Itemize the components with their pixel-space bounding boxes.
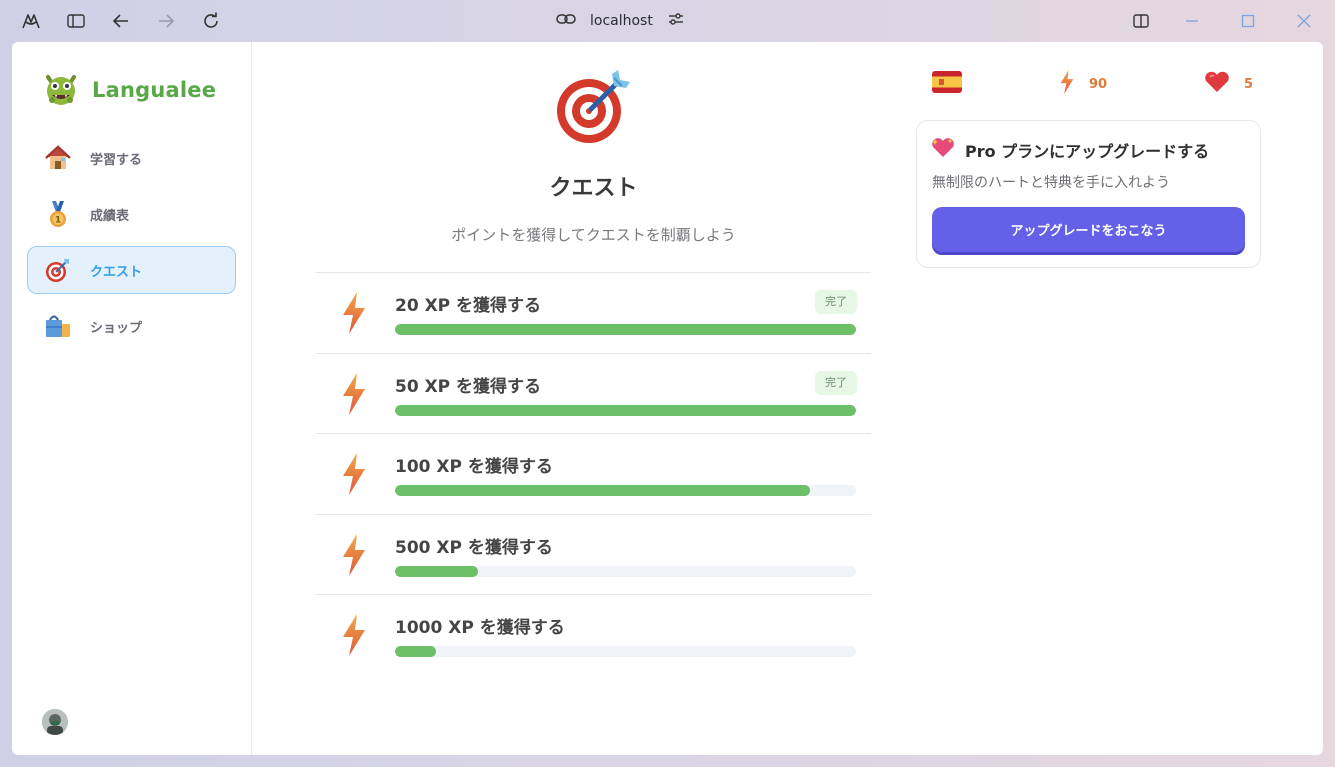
quest-complete-badge: 完了 bbox=[815, 370, 857, 395]
address-bar[interactable]: localhost bbox=[556, 9, 685, 33]
quest-progress-bar bbox=[395, 485, 856, 496]
spain-flag-icon bbox=[932, 71, 962, 97]
url-text: localhost bbox=[590, 13, 653, 29]
quest-title: 100 XP を獲得する bbox=[395, 457, 553, 477]
quest-item: 1000 XP を獲得する bbox=[316, 594, 871, 675]
quest-progress-bar bbox=[395, 404, 856, 416]
quest-title: 500 XP を獲得する bbox=[395, 537, 553, 558]
hearts-stat[interactable]: 5 bbox=[1204, 70, 1253, 98]
reload-icon[interactable] bbox=[201, 11, 221, 31]
heart-icon bbox=[1204, 71, 1230, 97]
brand[interactable]: Langualee bbox=[42, 70, 216, 110]
back-arrow-icon[interactable] bbox=[111, 11, 131, 31]
quest-progress-fill bbox=[395, 565, 478, 577]
quest-item: 20 XP を獲得する 完了 bbox=[316, 272, 871, 353]
quest-title: 1000 XP を獲得する bbox=[395, 618, 565, 638]
quest-item: 500 XP を獲得する bbox=[316, 513, 871, 595]
brand-name: Langualee bbox=[92, 78, 217, 102]
link-icon bbox=[556, 13, 576, 29]
monster-mascot-icon bbox=[42, 69, 80, 111]
app-window: Langualee 学習する 1 成績表 クエスト ショップ クエスト ポイント… bbox=[12, 42, 1323, 755]
hearts-count: 5 bbox=[1244, 76, 1254, 92]
svg-text:1: 1 bbox=[55, 216, 61, 226]
lightning-bolt-icon bbox=[340, 452, 368, 496]
main-content: クエスト ポイントを獲得してクエストを制覇しよう 20 XP を獲得する 完了 … bbox=[316, 42, 871, 755]
right-column: 90 5 Pro プランにアップグレードする 無制限のハートと特典を手に入れよう… bbox=[916, 42, 1261, 755]
sidebar: Langualee 学習する 1 成績表 クエスト ショップ bbox=[12, 42, 252, 755]
quest-progress-fill bbox=[395, 485, 810, 496]
quest-progress-bar bbox=[395, 565, 856, 577]
page-subtitle: ポイントを獲得してクエストを制覇しよう bbox=[451, 226, 736, 244]
close-icon[interactable] bbox=[1294, 11, 1314, 31]
xp-stat[interactable]: 90 bbox=[1059, 70, 1107, 98]
lightning-bolt-icon bbox=[340, 533, 368, 577]
target-icon bbox=[556, 68, 634, 146]
lightning-bolt-icon bbox=[1059, 69, 1075, 99]
medal-icon: 1 bbox=[44, 200, 72, 228]
sidebar-nav: 学習する 1 成績表 クエスト ショップ bbox=[27, 134, 236, 358]
split-view-icon[interactable] bbox=[1131, 11, 1151, 31]
sidebar-item-learn[interactable]: 学習する bbox=[27, 134, 236, 182]
pro-card-description: 無制限のハートと特典を手に入れよう bbox=[932, 175, 1170, 191]
quest-progress-fill bbox=[395, 404, 856, 416]
tune-icon[interactable] bbox=[667, 11, 685, 31]
quest-progress-bar bbox=[395, 646, 856, 657]
shopping-bag-icon bbox=[44, 312, 72, 340]
quest-complete-badge: 完了 bbox=[815, 290, 857, 314]
xp-count: 90 bbox=[1089, 76, 1108, 92]
lightning-bolt-icon bbox=[340, 372, 368, 416]
pro-card-title-text: Pro プランにアップグレードする bbox=[965, 142, 1210, 161]
lightning-bolt-icon bbox=[340, 613, 368, 657]
quest-progress-fill bbox=[395, 646, 437, 657]
page-title: クエスト bbox=[549, 176, 638, 201]
sidebar-item-label: 学習する bbox=[90, 152, 143, 168]
language-selector[interactable] bbox=[932, 70, 962, 98]
quest-item: 100 XP を獲得する bbox=[316, 433, 871, 514]
minimize-icon[interactable] bbox=[1182, 11, 1202, 31]
sidebar-item-label: クエスト bbox=[90, 264, 143, 280]
forward-arrow-icon[interactable] bbox=[156, 11, 176, 31]
sidebar-toggle-icon[interactable] bbox=[66, 11, 86, 31]
maximize-icon[interactable] bbox=[1238, 11, 1258, 31]
sidebar-item-quests[interactable]: クエスト bbox=[27, 246, 236, 294]
quest-list: 20 XP を獲得する 完了 50 XP を獲得する 完了 100 XP を獲得… bbox=[316, 272, 871, 675]
sidebar-item-shop[interactable]: ショップ bbox=[27, 302, 236, 350]
quest-title: 20 XP を獲得する bbox=[395, 296, 542, 316]
lightning-bolt-icon bbox=[340, 291, 368, 335]
quest-item: 50 XP を獲得する 完了 bbox=[316, 352, 871, 434]
browser-titlebar: localhost bbox=[0, 0, 1335, 42]
target-icon bbox=[44, 256, 72, 284]
upgrade-button[interactable]: アップグレードをおこなう bbox=[932, 207, 1245, 252]
user-stats: 90 5 bbox=[916, 70, 1261, 98]
quest-progress-fill bbox=[395, 324, 856, 335]
avatar[interactable] bbox=[42, 709, 68, 735]
sparkle-heart-icon bbox=[931, 137, 955, 163]
sidebar-item-label: 成績表 bbox=[90, 208, 130, 224]
quest-title: 50 XP を獲得する bbox=[395, 376, 542, 397]
pro-card-title: Pro プランにアップグレードする bbox=[931, 137, 1209, 163]
house-icon bbox=[44, 144, 72, 172]
sidebar-item-label: ショップ bbox=[90, 320, 143, 336]
app-logo-icon[interactable] bbox=[21, 11, 41, 31]
pro-upgrade-card: Pro プランにアップグレードする 無制限のハートと特典を手に入れよう アップグ… bbox=[916, 120, 1261, 268]
quest-progress-bar bbox=[395, 324, 856, 335]
sidebar-item-leaderboard[interactable]: 1 成績表 bbox=[27, 190, 236, 238]
